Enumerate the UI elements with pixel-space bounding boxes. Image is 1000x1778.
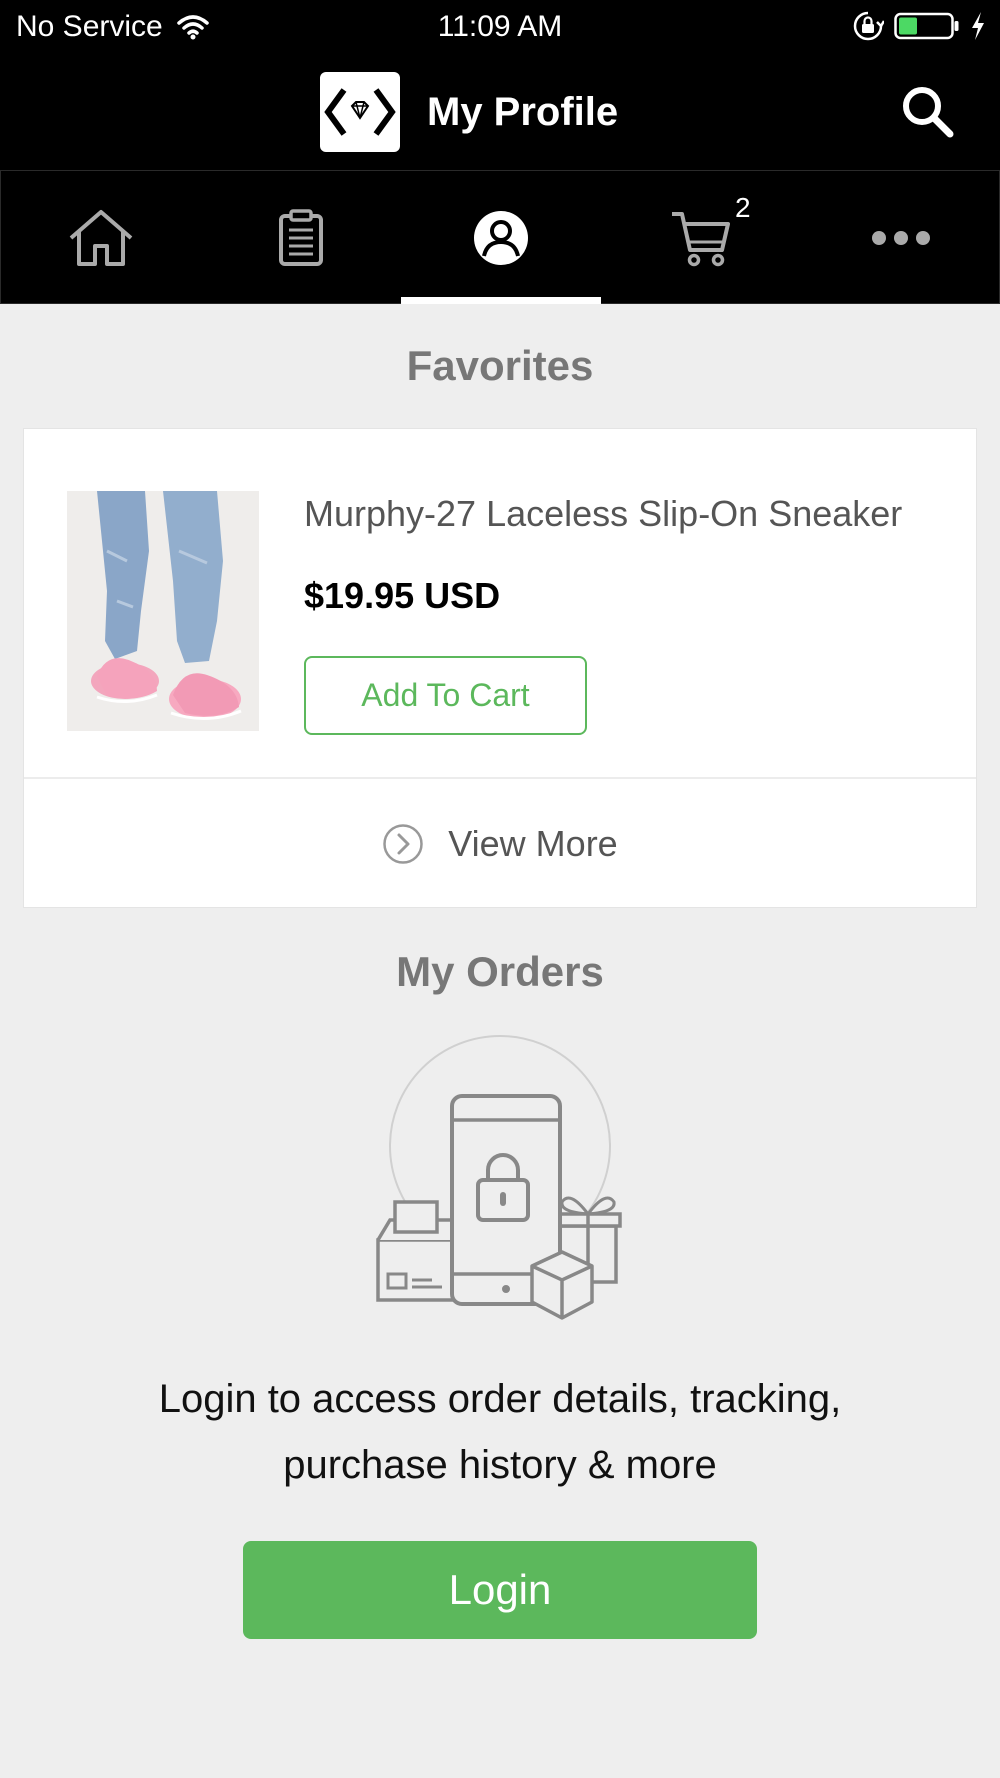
home-icon bbox=[69, 210, 133, 266]
rotation-lock-icon bbox=[853, 11, 884, 41]
search-button[interactable] bbox=[898, 82, 958, 142]
product-price: $19.95 USD bbox=[304, 575, 501, 616]
more-icon bbox=[872, 231, 930, 245]
tab-profile[interactable] bbox=[401, 171, 601, 305]
diamond-logo-icon bbox=[320, 72, 400, 152]
tab-more[interactable] bbox=[801, 171, 1000, 305]
favorites-title: Favorites bbox=[406, 342, 594, 389]
view-more-button[interactable]: View More bbox=[24, 779, 976, 909]
status-bar: No Service 11:09 AM bbox=[0, 0, 1000, 56]
login-message-line2: purchase history & more bbox=[283, 1443, 717, 1487]
cart-count-badge: 2 bbox=[735, 192, 751, 223]
status-right bbox=[852, 10, 986, 42]
product-name[interactable]: Murphy-27 Laceless Slip-On Sneaker bbox=[304, 493, 902, 535]
tab-cart[interactable] bbox=[601, 171, 801, 305]
product-image[interactable] bbox=[67, 491, 259, 731]
tab-bar bbox=[0, 170, 1000, 304]
login-button[interactable]: Login bbox=[243, 1541, 757, 1639]
login-message-line1: Login to access order details, tracking, bbox=[158, 1377, 842, 1421]
active-tab-indicator bbox=[401, 297, 601, 304]
status-time: 11:09 AM bbox=[437, 10, 563, 43]
tab-orders[interactable] bbox=[201, 171, 401, 305]
favorites-card: Murphy-27 Laceless Slip-On Sneaker $19.9… bbox=[23, 428, 977, 908]
tab-home[interactable] bbox=[1, 171, 201, 305]
chevron-right-circle-icon bbox=[383, 824, 424, 864]
title-bar: My Profile bbox=[0, 56, 1000, 170]
cart-icon bbox=[672, 212, 730, 267]
page-title: My Profile bbox=[427, 90, 619, 134]
search-icon bbox=[903, 87, 954, 138]
add-to-cart-button[interactable]: Add To Cart bbox=[304, 656, 587, 735]
charging-icon bbox=[972, 12, 984, 40]
profile-icon bbox=[474, 211, 528, 265]
login-message: Login to access order details, tracking,… bbox=[0, 1366, 1000, 1498]
orders-title: My Orders bbox=[396, 948, 604, 995]
locked-phone-illustration bbox=[376, 1035, 622, 1320]
view-more-label: View More bbox=[448, 823, 618, 864]
clipboard-icon bbox=[279, 209, 323, 266]
battery-icon bbox=[894, 12, 959, 40]
